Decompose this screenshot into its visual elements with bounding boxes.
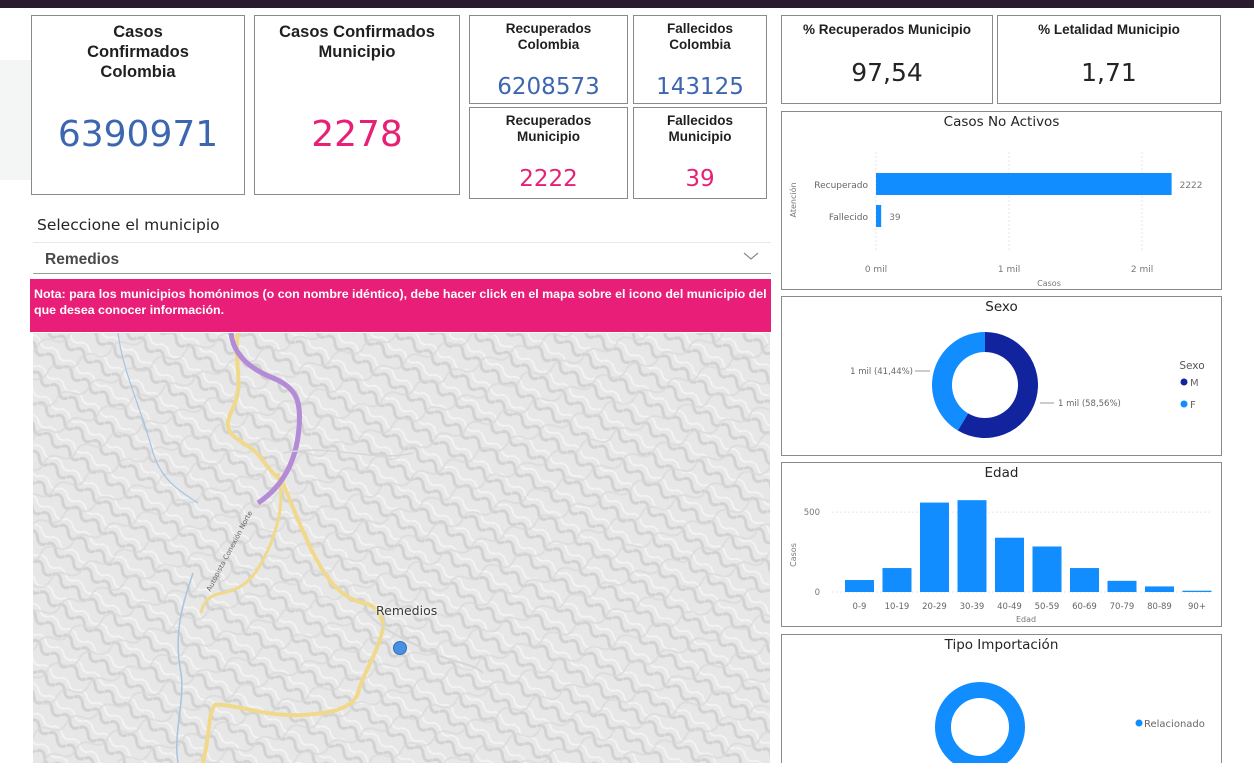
y-axis-label: Atención: [788, 182, 798, 217]
chart-plot: Relacionado: [935, 682, 1205, 763]
category-label: Fallecido: [829, 213, 869, 223]
x-tick-label: 10-19: [885, 602, 910, 612]
kpi-card-confirmados-colombia: Casos Confirmados Colombia 6390971: [31, 15, 245, 195]
x-tick-label: 90+: [1188, 602, 1206, 612]
x-tick-label: 2 mil: [1131, 265, 1153, 275]
x-axis-label: Casos: [1037, 279, 1061, 288]
kpi-card-recuperados-colombia: Recuperados Colombia 6208573: [469, 15, 628, 104]
chart-sexo[interactable]: Sexo 1 mil (58,56%) 1 mil (41,44%) Sexo M F: [781, 296, 1222, 456]
map-terrain: [33, 333, 770, 763]
bar: [995, 537, 1024, 592]
legend-marker: [1135, 719, 1143, 727]
kpi-value: 6208573: [497, 74, 600, 100]
chart-plot: 1 mil (58,56%) 1 mil (41,44%) Sexo MF: [850, 332, 1205, 438]
legend-marker: [1180, 378, 1188, 386]
map-visual[interactable]: Autopista Conexión Norte Remedios: [33, 333, 770, 763]
category-label: Recuperado: [814, 181, 868, 191]
x-tick-label: 1 mil: [998, 265, 1020, 275]
bar: [1032, 546, 1062, 592]
chart-plot: 0 mil 1 mil 2 mil Casos Atención Recuperado 22…: [788, 152, 1203, 288]
bar: [845, 580, 874, 592]
bar: [882, 568, 912, 592]
bar: [1107, 580, 1137, 592]
kpi-card-fallecidos-colombia: Fallecidos Colombia 143125: [633, 15, 767, 104]
x-tick-label: 60-69: [1072, 602, 1097, 612]
data-label: 1 mil (41,44%): [850, 367, 913, 377]
kpi-card-fallecidos-municipio: Fallecidos Municipio 39: [633, 107, 767, 199]
municipio-dropdown[interactable]: Remedios: [33, 242, 771, 274]
map-place-label: Remedios: [376, 603, 438, 618]
y-axis-label: Casos: [789, 543, 798, 567]
kpi-value: 1,71: [1081, 58, 1137, 87]
bar: [1182, 590, 1212, 592]
kpi-title: Recuperados Colombia: [505, 21, 592, 53]
x-tick-label: 40-49: [997, 602, 1022, 612]
chart-plot: 0 500 Casos 0-9 10-19 20-29 30-39 40-49 50-59 60-…: [789, 500, 1212, 624]
bar: [920, 502, 949, 592]
x-tick-label: 20-29: [922, 602, 947, 612]
kpi-value: 2278: [311, 114, 403, 155]
legend-label: Relacionado: [1144, 719, 1205, 730]
kpi-value: 2222: [519, 166, 578, 192]
x-tick-label: 30-39: [960, 602, 985, 612]
kpi-card-recuperados-municipio: Recuperados Municipio 2222: [469, 107, 628, 199]
data-label: 1 mil (58,56%): [1058, 399, 1121, 409]
kpi-title: Fallecidos Colombia: [666, 21, 734, 53]
bar: [957, 500, 987, 592]
legend-label: F: [1190, 400, 1196, 411]
kpi-title: Fallecidos Municipio: [666, 113, 734, 145]
legend-marker: [1180, 400, 1188, 408]
chevron-down-icon[interactable]: [743, 249, 759, 263]
legend-label: M: [1190, 378, 1199, 389]
y-tick-label: 500: [804, 508, 820, 518]
pie-slice: [932, 332, 985, 431]
kpi-title: Casos Confirmados Municipio: [279, 23, 435, 61]
data-label: 2222: [1180, 181, 1203, 191]
x-tick-label: 0 mil: [865, 265, 887, 275]
legend-title: Sexo: [1179, 360, 1204, 372]
chart-tipo-importacion[interactable]: Tipo Importación Relacionado: [781, 634, 1222, 763]
slicer-label: Seleccione el municipio: [37, 216, 220, 234]
kpi-value: 39: [685, 166, 715, 192]
kpi-card-pct-recuperados: % Recuperados Municipio 97,54: [781, 15, 993, 104]
kpi-title: % Letalidad Municipio: [1038, 22, 1180, 37]
pie-slice: [935, 682, 1025, 763]
x-tick-label: 70-79: [1110, 602, 1135, 612]
x-axis-label: Edad: [1016, 615, 1036, 624]
location-pin-icon[interactable]: [393, 641, 407, 655]
x-tick-label: 0-9: [853, 602, 867, 612]
bar: [1145, 586, 1174, 592]
kpi-card-pct-letalidad: % Letalidad Municipio 1,71: [997, 15, 1221, 104]
kpi-title: Casos Confirmados Colombia: [87, 23, 189, 81]
kpi-value: 143125: [656, 74, 744, 100]
bar: [876, 173, 1172, 195]
note-banner: Nota: para los municipios homónimos (o c…: [30, 279, 771, 332]
y-tick-label: 0: [815, 588, 820, 598]
chart-edad[interactable]: Edad 0 500 Casos 0-9 10-19 20-29 30-39 40-49 50-…: [781, 462, 1222, 627]
kpi-value: 97,54: [851, 58, 923, 87]
bar: [1070, 568, 1099, 592]
x-tick-label: 50-59: [1035, 602, 1060, 612]
kpi-title: Recuperados Municipio: [505, 113, 592, 145]
x-tick-label: 80-89: [1147, 602, 1172, 612]
chart-casos-no-activos[interactable]: Casos No Activos 0 mil 1 mil 2 mil Casos Ate…: [781, 111, 1222, 290]
kpi-value: 6390971: [57, 114, 219, 155]
bar: [876, 205, 882, 227]
dropdown-selected-value: Remedios: [45, 251, 120, 268]
data-label: 39: [889, 213, 901, 223]
kpi-title: % Recuperados Municipio: [802, 22, 972, 37]
top-accent-bar: [0, 0, 1254, 8]
kpi-card-confirmados-municipio: Casos Confirmados Municipio 2278: [254, 15, 460, 195]
